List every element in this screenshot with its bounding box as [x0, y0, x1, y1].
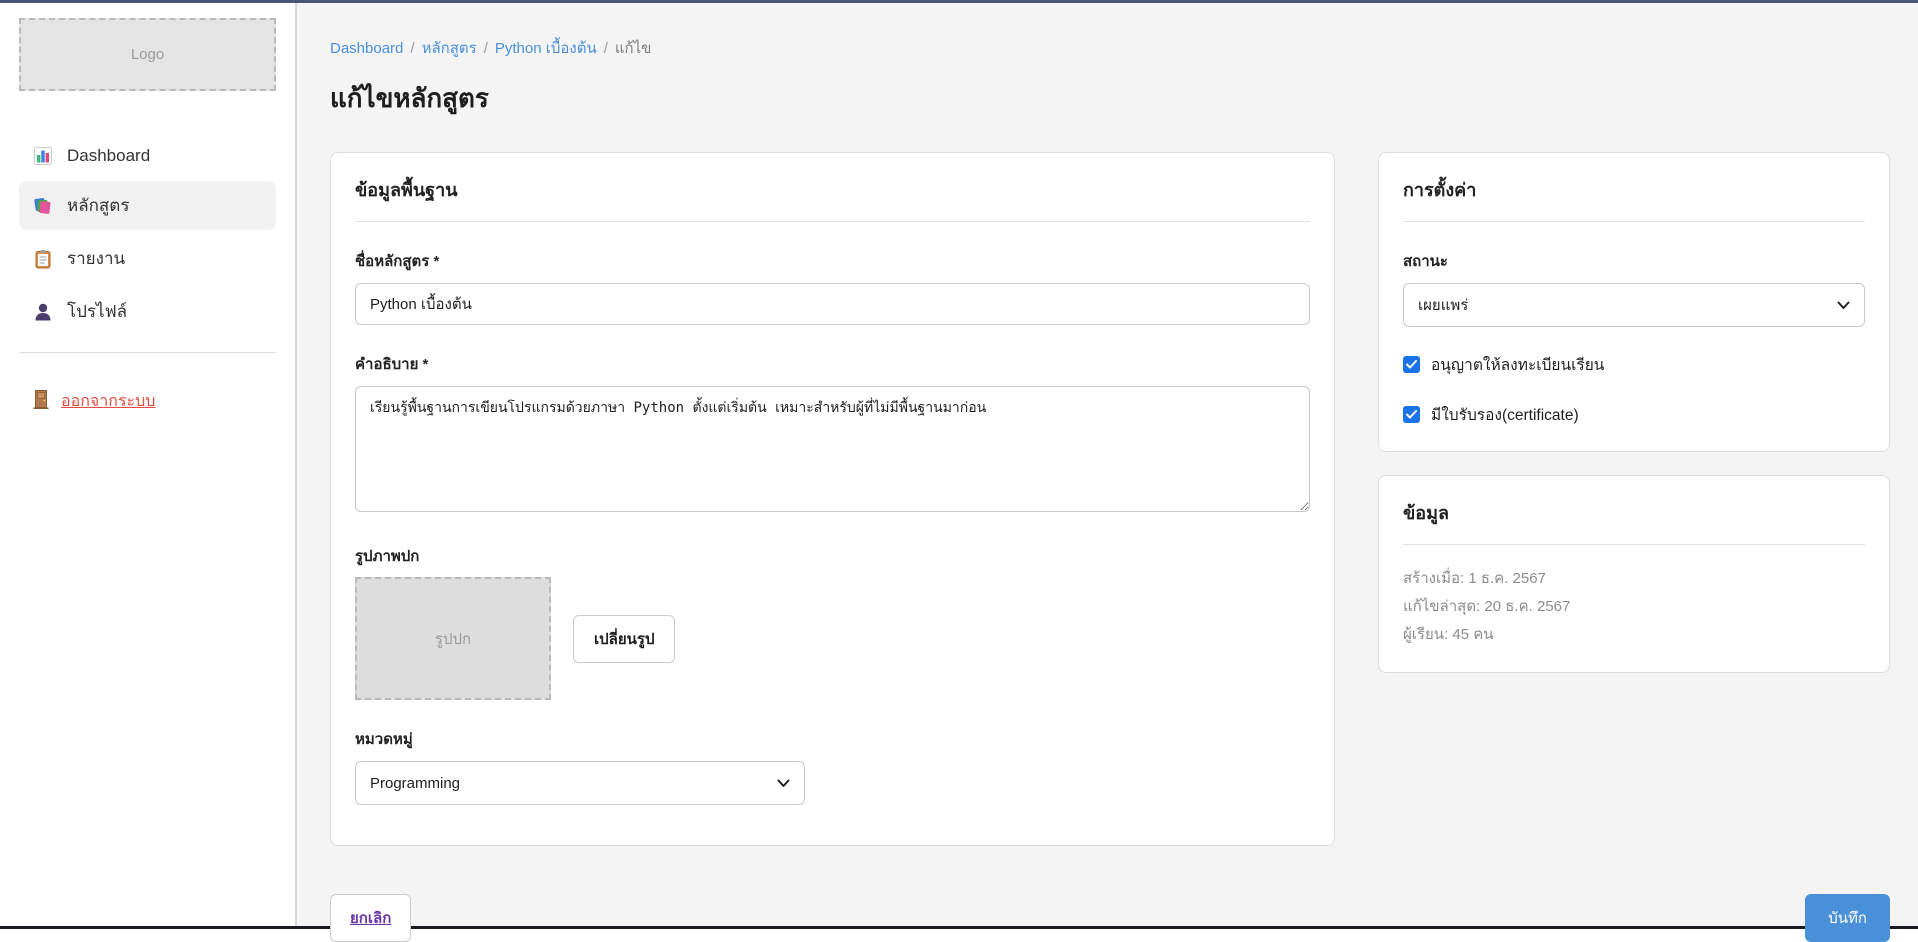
logout-label: ออกจากระบบ	[61, 389, 155, 414]
person-icon	[32, 302, 54, 322]
course-name-input[interactable]	[355, 283, 1310, 325]
settings-title: การตั้งค่า	[1403, 175, 1865, 204]
certificate-label: มีใบรับรอง(certificate)	[1431, 402, 1579, 427]
breadcrumb-courses[interactable]: หลักสูตร	[422, 40, 477, 57]
books-icon	[32, 196, 54, 216]
clipboard-icon	[32, 249, 54, 269]
breadcrumb-current: แก้ไข	[615, 40, 652, 57]
sidebar-item-profile[interactable]: โปรไฟล์	[19, 287, 276, 336]
info-block: สร้างเมื่อ: 1 ธ.ค. 2567 แก้ไขล่าสุด: 20 …	[1403, 565, 1865, 648]
course-name-label: ชื่อหลักสูตร *	[355, 249, 1310, 273]
sidebar-item-label: โปรไฟล์	[67, 298, 127, 325]
checkbox-checked-icon[interactable]	[1403, 406, 1420, 423]
right-column: การตั้งค่า สถานะ เผยแพร่ อนุญาตให้ลงทะ	[1378, 152, 1890, 673]
description-textarea[interactable]: เรียนรู้พื้นฐานการเขียนโปรแกรมด้วยภาษา P…	[355, 386, 1310, 512]
breadcrumb: Dashboard / หลักสูตร / Python เบื้องต้น / แก้ไ…	[330, 36, 1890, 60]
basic-info-title: ข้อมูลพื้นฐาน	[355, 175, 1310, 204]
cover-image-row: รูปปก เปลี่ยนรูป	[355, 577, 1310, 700]
main-content: Dashboard / หลักสูตร / Python เบื้องต้น / แก้ไ…	[297, 3, 1918, 926]
created-date: สร้างเมื่อ: 1 ธ.ค. 2567	[1403, 565, 1865, 593]
info-card: ข้อมูล สร้างเมื่อ: 1 ธ.ค. 2567 แก้ไขล่าส…	[1378, 475, 1890, 673]
breadcrumb-dashboard[interactable]: Dashboard	[330, 40, 403, 57]
sidebar-nav: Dashboard หลักสูตร	[19, 135, 276, 336]
allow-enrollment-checkbox-row[interactable]: อนุญาตให้ลงทะเบียนเรียน	[1403, 352, 1865, 377]
cover-image-placeholder: รูปปก	[355, 577, 551, 700]
cancel-button[interactable]: ยกเลิก	[330, 894, 411, 942]
logout-link[interactable]: ออกจากระบบ	[19, 389, 276, 414]
content-columns: ข้อมูลพื้นฐาน ชื่อหลักสูตร * คำอธิบาย * …	[330, 152, 1890, 846]
cover-image-label: รูปภาพปก	[355, 544, 1310, 568]
info-title: ข้อมูล	[1403, 498, 1865, 527]
section-divider	[355, 221, 1310, 222]
category-selected-value: Programming	[370, 775, 460, 792]
checkbox-checked-icon[interactable]	[1403, 356, 1420, 373]
breadcrumb-course-name[interactable]: Python เบื้องต้น	[495, 40, 597, 57]
breadcrumb-separator: /	[604, 40, 608, 57]
breadcrumb-separator: /	[484, 40, 488, 57]
description-label: คำอธิบาย *	[355, 352, 1310, 376]
category-label: หมวดหมู่	[355, 727, 1310, 751]
breadcrumb-separator: /	[410, 40, 414, 57]
save-button[interactable]: บันทึก	[1805, 894, 1890, 942]
sidebar-item-label: รายงาน	[67, 245, 125, 272]
sidebar-item-label: หลักสูตร	[67, 192, 129, 219]
logo-text: Logo	[131, 46, 164, 63]
chevron-down-icon	[777, 775, 790, 792]
sidebar-divider	[19, 352, 276, 353]
category-select[interactable]: Programming	[355, 761, 805, 805]
bar-chart-icon	[32, 146, 54, 166]
status-label: สถานะ	[1403, 249, 1865, 273]
page-title: แก้ไขหลักสูตร	[330, 78, 1890, 119]
app-window: Logo Dashboard	[0, 0, 1918, 929]
left-column: ข้อมูลพื้นฐาน ชื่อหลักสูตร * คำอธิบาย * …	[330, 152, 1335, 846]
change-image-button[interactable]: เปลี่ยนรูป	[573, 615, 675, 663]
footer-actions: ยกเลิก บันทึก	[330, 894, 1890, 942]
student-count: ผู้เรียน: 45 คน	[1403, 621, 1865, 649]
section-divider	[1403, 544, 1865, 545]
settings-card: การตั้งค่า สถานะ เผยแพร่ อนุญาตให้ลงทะ	[1378, 152, 1890, 452]
sidebar-item-label: Dashboard	[67, 146, 150, 166]
section-divider	[1403, 221, 1865, 222]
logo: Logo	[19, 18, 276, 91]
basic-info-card: ข้อมูลพื้นฐาน ชื่อหลักสูตร * คำอธิบาย * …	[330, 152, 1335, 846]
sidebar: Logo Dashboard	[0, 3, 297, 926]
chevron-down-icon	[1837, 297, 1850, 314]
sidebar-item-courses[interactable]: หลักสูตร	[19, 181, 276, 230]
status-selected-value: เผยแพร่	[1418, 293, 1468, 317]
allow-enrollment-label: อนุญาตให้ลงทะเบียนเรียน	[1431, 352, 1604, 377]
last-modified-date: แก้ไขล่าสุด: 20 ธ.ค. 2567	[1403, 593, 1865, 621]
status-select[interactable]: เผยแพร่	[1403, 283, 1865, 327]
door-icon	[32, 389, 50, 414]
sidebar-item-reports[interactable]: รายงาน	[19, 234, 276, 283]
sidebar-item-dashboard[interactable]: Dashboard	[19, 135, 276, 177]
certificate-checkbox-row[interactable]: มีใบรับรอง(certificate)	[1403, 402, 1865, 427]
cover-placeholder-text: รูปปก	[435, 627, 471, 651]
